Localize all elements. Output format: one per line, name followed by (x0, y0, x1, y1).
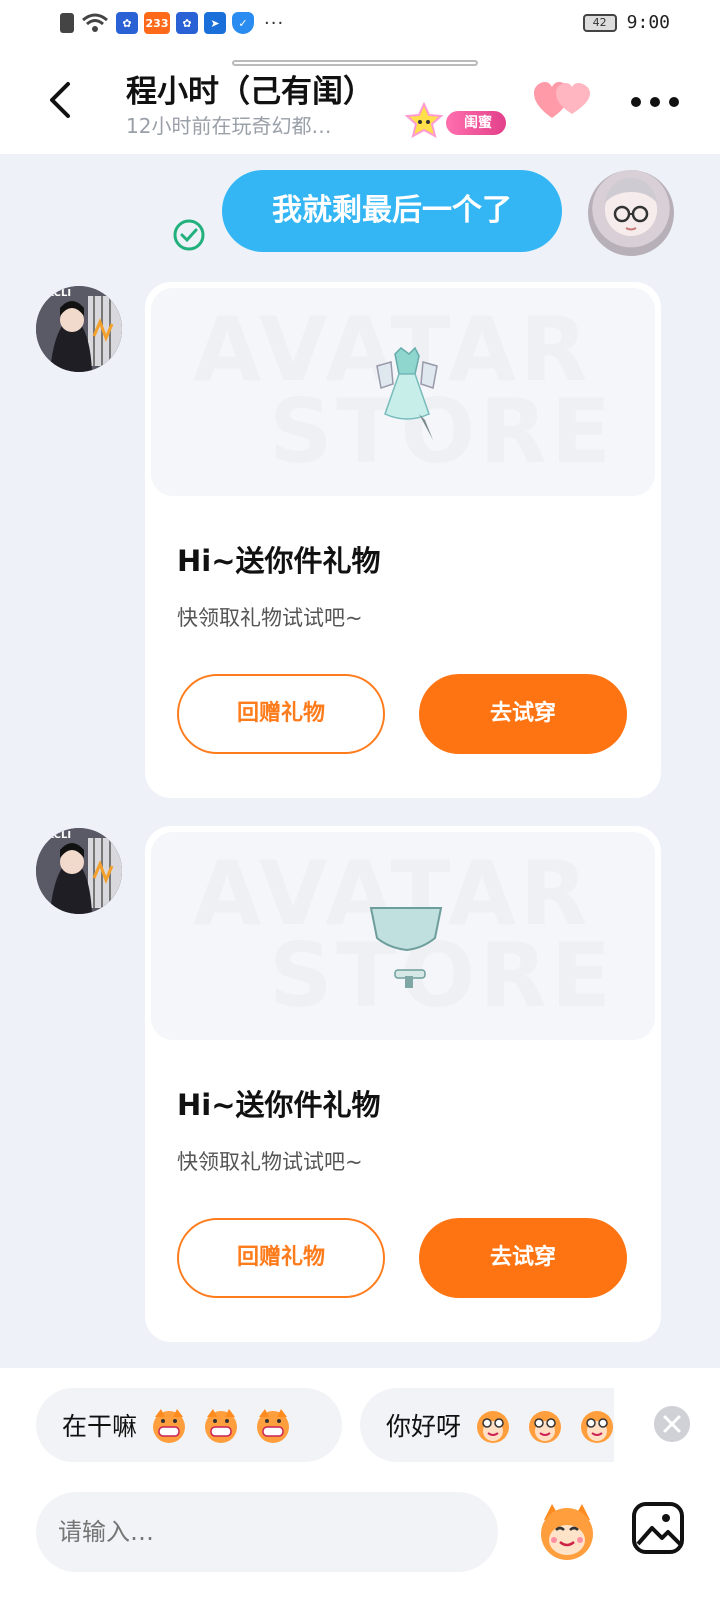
try-on-button[interactable]: 去试穿 (419, 1218, 627, 1298)
emoji-picker-icon[interactable] (534, 1498, 600, 1564)
gift-preview[interactable]: AVATAR STORE (151, 288, 655, 496)
alert-icon (60, 13, 74, 33)
more-options-icon[interactable] (630, 96, 680, 108)
baidu-icon: ✿ (116, 12, 138, 34)
try-on-button[interactable]: 去试穿 (419, 674, 627, 754)
relationship-badge: 闺蜜 (446, 111, 506, 135)
battery-level: 42 (592, 16, 607, 29)
app-233-icon: 233 (144, 12, 170, 34)
feishu-icon: ➤ (204, 12, 226, 34)
smile-emoji-icon (529, 1411, 562, 1443)
wifi-icon (82, 13, 108, 32)
quick-reply-chip[interactable]: 在干嘛 (36, 1388, 342, 1462)
avatar-overlay-text: NKCLI (38, 288, 72, 299)
gift-card-title: Hi~送你件礼物 (177, 1088, 381, 1122)
gift-card[interactable]: AVATAR STORE Hi~送你件礼物 快领取礼物试试吧~ 回赠礼物 去试穿 (145, 282, 661, 798)
chat-title: 程小时（己有闺） (126, 74, 374, 110)
quick-reply-text: 你好呀 (386, 1412, 462, 1441)
return-gift-button[interactable]: 回赠礼物 (177, 674, 385, 754)
intimacy-hearts-icon[interactable] (534, 80, 590, 122)
smile-emoji-icon (477, 1411, 510, 1443)
gift-card-title: Hi~送你件礼物 (177, 544, 381, 578)
chat-status: 12小时前在玩奇幻都… (126, 114, 332, 138)
read-check-icon (173, 219, 205, 251)
bottom-bar: 在干嘛 你好呀 (0, 1368, 720, 1600)
grin-emoji-icon (257, 1409, 290, 1443)
my-avatar-illustration (604, 178, 658, 236)
return-gift-button[interactable]: 回赠礼物 (177, 1218, 385, 1298)
shorts-item-icon (369, 907, 443, 988)
image-picker-icon[interactable] (628, 1498, 688, 1558)
smile-emoji-icon (581, 1411, 614, 1443)
sent-message-bubble[interactable]: 我就剩最后一个了 (222, 170, 562, 252)
chat-header: 程小时（己有闺） 12小时前在玩奇幻都… 闺蜜 (0, 50, 720, 154)
clock: 9:00 (626, 12, 670, 33)
friend-avatar[interactable]: NKCLI (36, 286, 122, 372)
grin-emoji-icon (153, 1409, 186, 1443)
shield-icon: ✓ (232, 12, 254, 34)
my-avatar[interactable] (588, 170, 674, 256)
status-icons-left: ✿ 233 ✿ ➤ ✓ ··· (60, 12, 284, 34)
star-badge-icon (404, 102, 444, 138)
quick-reply-text: 在干嘛 (62, 1412, 138, 1441)
gift-preview[interactable]: AVATAR STORE (151, 832, 655, 1040)
grin-emoji-icon (205, 1409, 238, 1443)
battery-icon: 42 (582, 13, 617, 32)
friend-avatar[interactable]: NKCLI (36, 828, 122, 914)
gift-card-subtitle: 快领取礼物试试吧~ (177, 606, 363, 630)
close-icon[interactable] (654, 1406, 690, 1442)
avatar-overlay-text: NKCLI (38, 830, 72, 841)
message-input[interactable] (36, 1492, 498, 1572)
status-icons-right: 42 9:00 (582, 12, 670, 33)
dress-item-icon (376, 346, 438, 440)
gift-card-subtitle: 快领取礼物试试吧~ (177, 1150, 363, 1174)
status-bar: ✿ 233 ✿ ➤ ✓ ··· 42 9:00 (0, 0, 720, 50)
baidu-icon-2: ✿ (176, 12, 198, 34)
quick-reply-chip[interactable]: 你好呀 (360, 1388, 614, 1462)
gift-card[interactable]: AVATAR STORE Hi~送你件礼物 快领取礼物试试吧~ 回赠礼物 去试穿 (145, 826, 661, 1342)
more-notifications-icon: ··· (264, 12, 285, 34)
back-arrow-icon[interactable] (38, 78, 82, 122)
